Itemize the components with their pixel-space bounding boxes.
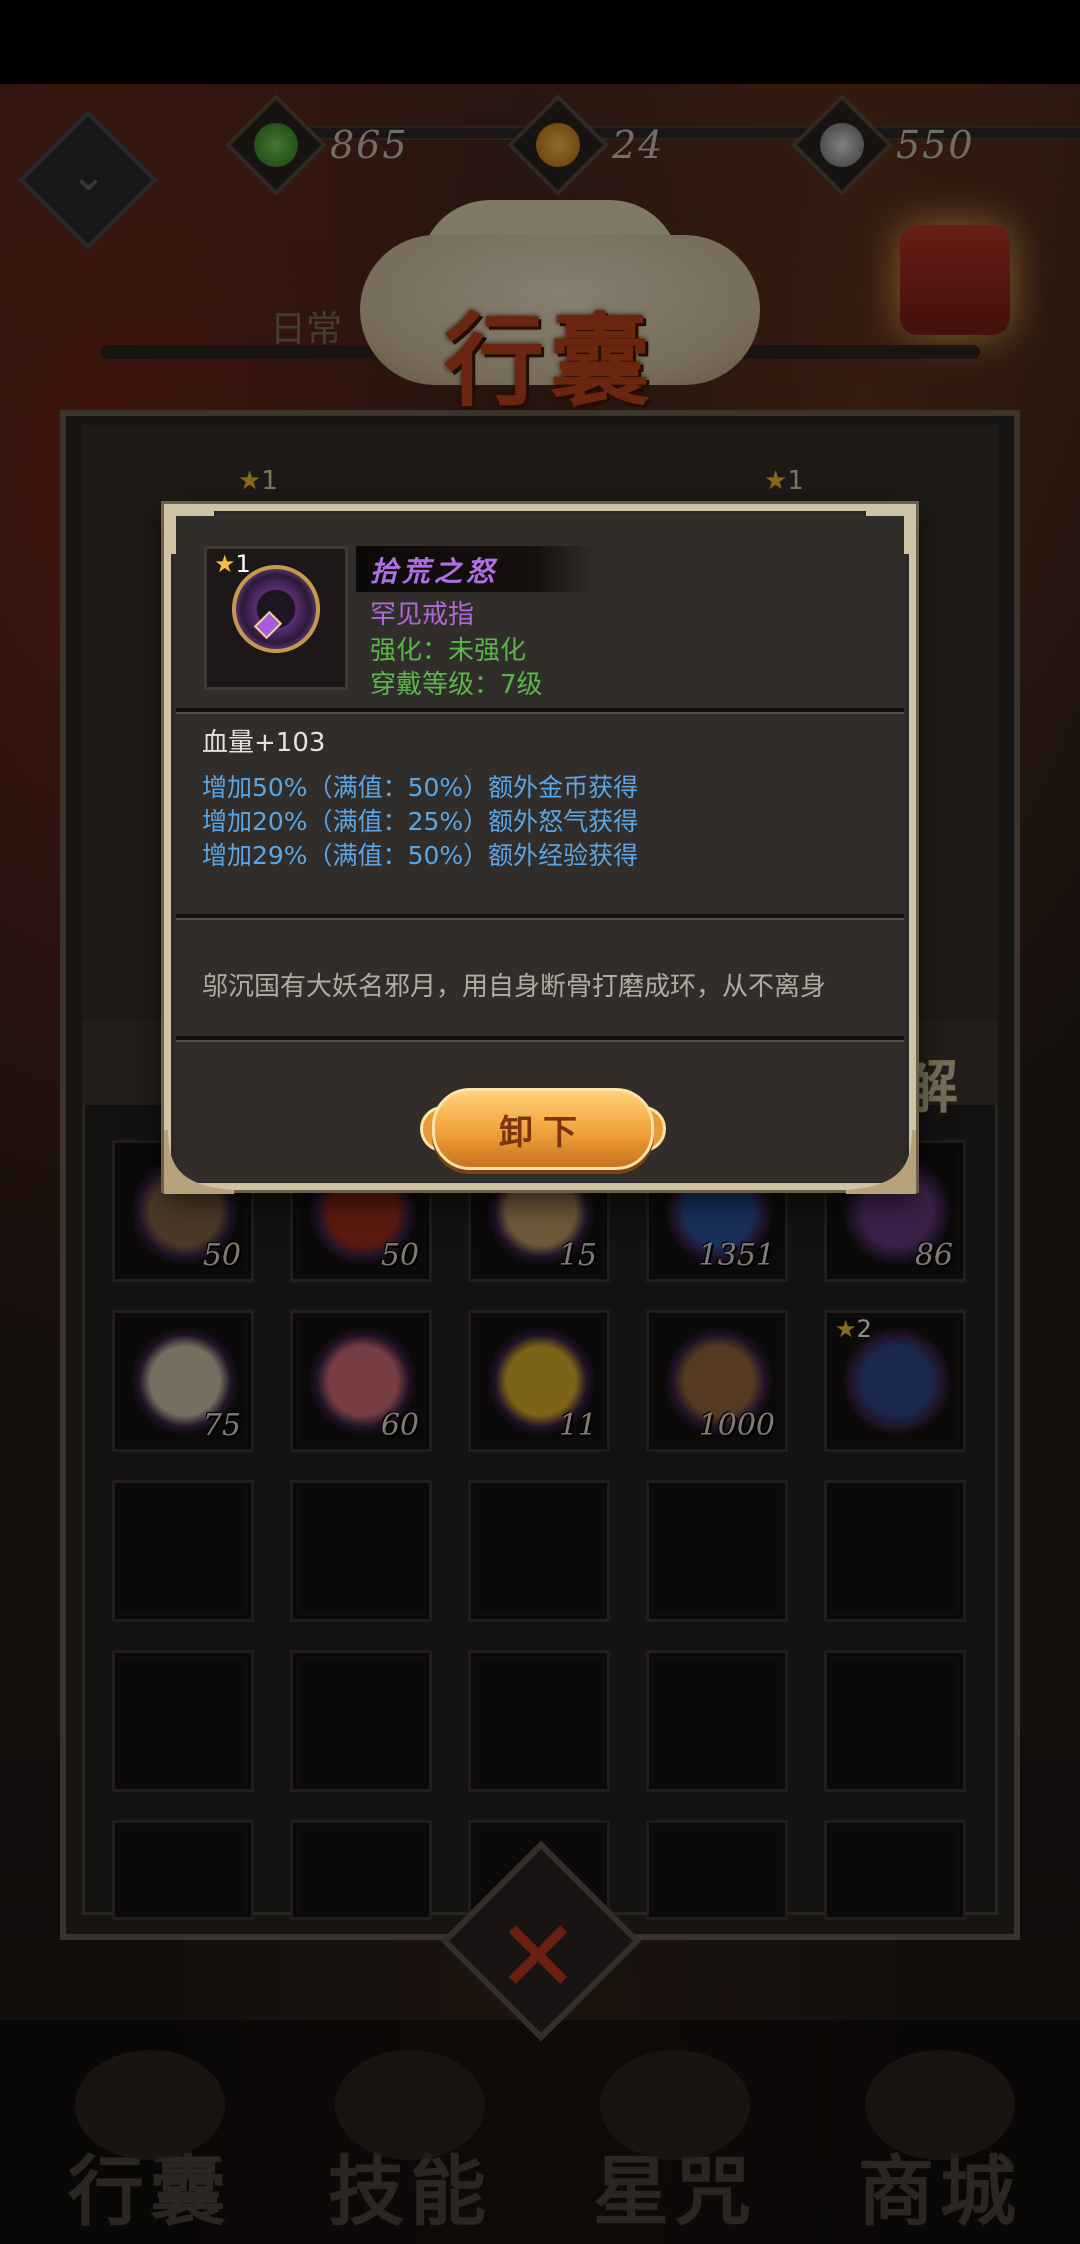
item-description: 邬沉国有大妖名邪月，用自身断骨打磨成环，从不离身 xyxy=(202,972,827,1002)
status-bar xyxy=(0,0,1080,84)
ring-icon xyxy=(232,565,320,653)
item-wear-level: 穿戴等级：7级 xyxy=(370,670,543,700)
stat-bonus: 增加50%（满值：50%）额外金币获得 xyxy=(202,773,639,802)
item-enhance-status: 强化：未强化 xyxy=(370,636,527,666)
stat-bonus: 增加20%（满值：25%）额外怒气获得 xyxy=(202,807,639,836)
corner-ornament-icon xyxy=(866,510,910,554)
item-star: ★1 xyxy=(214,550,251,578)
corner-ornament-icon xyxy=(164,1130,234,1194)
unequip-button[interactable]: 卸下 xyxy=(432,1088,654,1170)
stat-hp: 血量+103 xyxy=(202,728,326,758)
item-name: 拾荒之怒 xyxy=(370,555,499,588)
stat-bonus: 增加29%（满值：50%）额外经验获得 xyxy=(202,841,639,870)
corner-ornament-icon xyxy=(846,1130,916,1194)
item-type: 罕见戒指 xyxy=(370,600,475,630)
